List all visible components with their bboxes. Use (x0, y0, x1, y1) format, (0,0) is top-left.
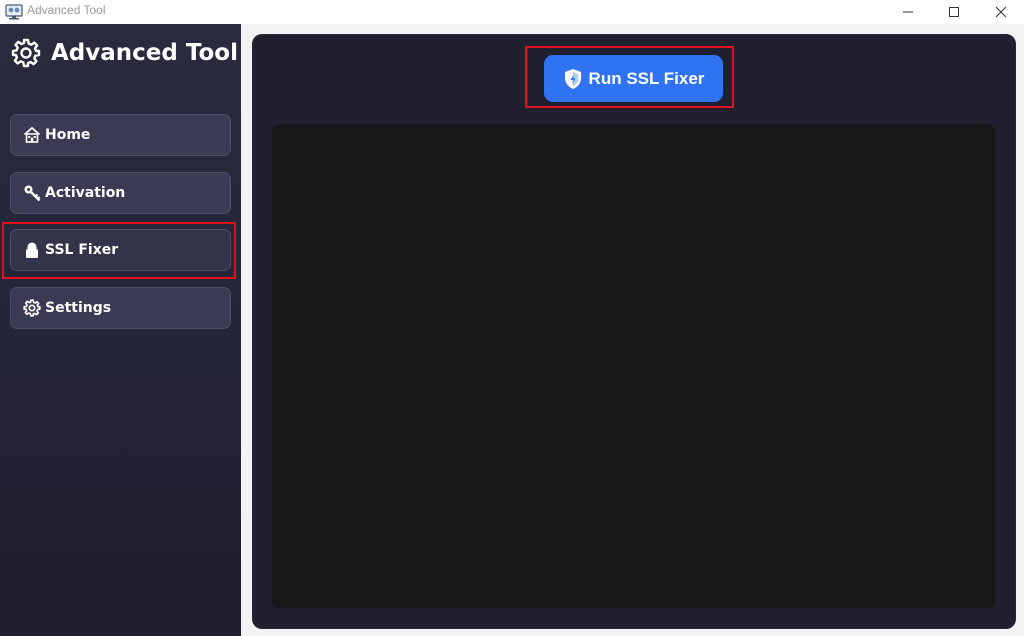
key-icon (22, 183, 42, 203)
run-button-label: Run SSL Fixer (588, 68, 705, 88)
sidebar-item-label: Activation (45, 185, 126, 201)
minimize-icon (903, 11, 913, 13)
sidebar-item-home[interactable]: Home (10, 114, 231, 156)
sidebar-item-label: Home (45, 127, 91, 143)
sidebar-item-activation[interactable]: Activation (10, 172, 231, 214)
app-icon (5, 4, 23, 20)
close-icon (995, 6, 1007, 18)
maximize-icon (949, 7, 959, 17)
sidebar-item-settings[interactable]: Settings (10, 287, 231, 329)
sidebar: Advanced Tool Home Activation SSL Fixer … (0, 24, 241, 636)
minimize-button[interactable] (885, 0, 931, 24)
gear-icon (22, 298, 42, 318)
gear-icon (11, 38, 41, 68)
app-title: Advanced Tool (51, 40, 238, 66)
maximize-button[interactable] (931, 0, 977, 24)
title-bar: Advanced Tool (0, 0, 1024, 24)
output-console[interactable] (272, 124, 995, 608)
sidebar-item-ssl-fixer[interactable]: SSL Fixer (10, 229, 231, 271)
lock-icon (22, 240, 42, 260)
sidebar-item-label: SSL Fixer (45, 242, 119, 258)
shield-icon (564, 68, 581, 89)
close-button[interactable] (978, 0, 1024, 24)
run-ssl-fixer-button[interactable]: Run SSL Fixer (544, 55, 723, 102)
brand: Advanced Tool (11, 37, 238, 69)
home-icon (22, 125, 42, 145)
window-title: Advanced Tool (27, 3, 106, 17)
sidebar-item-label: Settings (45, 300, 112, 316)
